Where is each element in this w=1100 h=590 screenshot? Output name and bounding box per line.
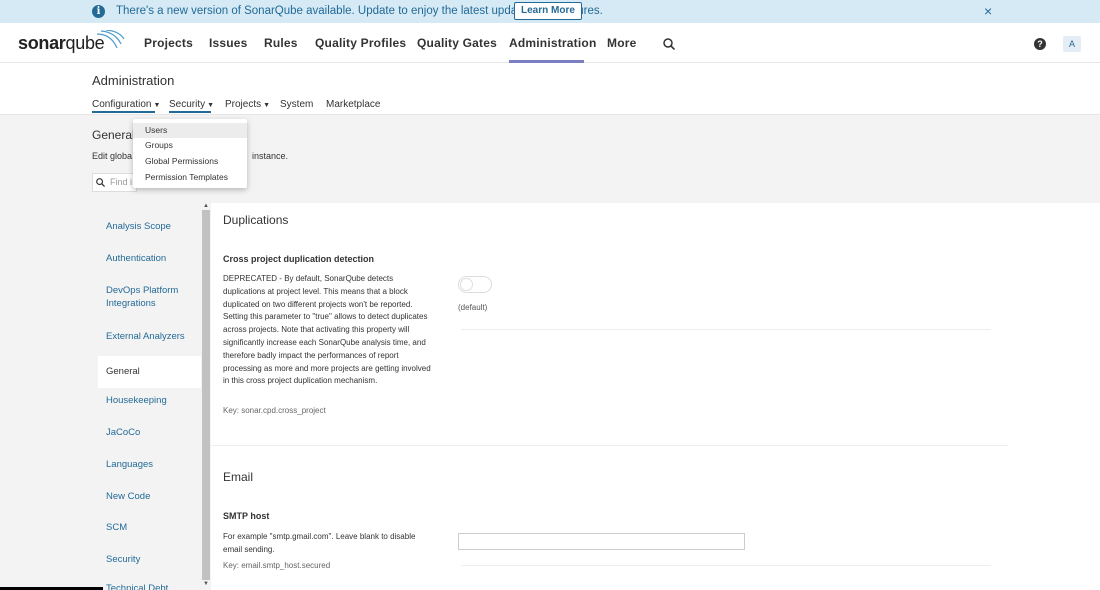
subnav-configuration[interactable]: Configuration ▼ — [92, 99, 160, 110]
menu-item-groups[interactable]: Groups — [133, 138, 247, 153]
menu-item-permission-templates[interactable]: Permission Templates — [133, 170, 247, 185]
category-external-analyzers[interactable]: External Analyzers — [98, 330, 201, 343]
nav-quality-gates[interactable]: Quality Gates — [417, 36, 497, 50]
category-analysis-scope[interactable]: Analysis Scope — [98, 220, 201, 233]
chevron-down-icon: ▼ — [153, 102, 161, 109]
subnav-configuration-underline — [92, 111, 155, 113]
avatar[interactable]: A — [1063, 36, 1081, 52]
chevron-down-icon: ▼ — [207, 102, 215, 109]
settings-description: Edit globa — [92, 151, 133, 161]
main-navbar: sonarqube Projects Issues Rules Quality … — [0, 23, 1100, 63]
close-icon[interactable]: × — [984, 3, 992, 19]
logo-bold: sonar — [18, 33, 66, 53]
subnav-security-label: Security — [169, 99, 206, 110]
setting-smtp-host-key: Key: email.smtp_host.secured — [223, 561, 331, 570]
nav-issues[interactable]: Issues — [209, 36, 248, 50]
help-icon[interactable]: ? — [1034, 38, 1046, 50]
info-icon: i — [92, 5, 105, 18]
default-label: (default) — [458, 303, 488, 312]
category-new-code[interactable]: New Code — [98, 490, 201, 503]
menu-item-users[interactable]: Users — [133, 123, 247, 138]
scroll-down-icon[interactable]: ▼ — [203, 581, 209, 587]
admin-header: Administration Configuration ▼ Security ▼ … — [0, 63, 1100, 115]
menu-item-global-permissions[interactable]: Global Permissions — [133, 154, 247, 169]
setting-smtp-host-title: SMTP host — [223, 511, 270, 521]
search-icon[interactable] — [663, 38, 675, 50]
category-security[interactable]: Security — [98, 553, 201, 566]
nav-quality-profiles[interactable]: Quality Profiles — [315, 36, 406, 50]
search-icon — [96, 178, 105, 187]
subnav-configuration-label: Configuration — [92, 99, 152, 110]
scroll-up-icon[interactable]: ▲ — [203, 203, 209, 209]
security-dropdown-menu: Users Groups Global Permissions Permissi… — [133, 119, 247, 188]
category-general[interactable]: General — [98, 356, 201, 388]
category-technical-debt[interactable]: Technical Debt — [98, 582, 201, 590]
sonarqube-logo[interactable]: sonarqube — [18, 30, 125, 54]
section-divider — [211, 445, 1008, 446]
subnav-projects-label: Projects — [225, 99, 262, 110]
setting-cross-project-key: Key: sonar.cpd.cross_project — [223, 406, 326, 415]
subnav-marketplace[interactable]: Marketplace — [326, 99, 380, 110]
cross-project-toggle[interactable] — [458, 276, 492, 293]
setting-cross-project-title: Cross project duplication detection — [223, 254, 375, 264]
section-email-title: Email — [223, 470, 254, 484]
settings-category-title: General — [92, 128, 135, 142]
setting-cross-project-description: DEPRECATED - By default, SonarQube detec… — [223, 274, 431, 386]
category-devops-platform-integrations[interactable]: DevOps Platform Integrations — [98, 284, 198, 310]
setting-divider — [461, 565, 991, 566]
category-authentication[interactable]: Authentication — [98, 252, 201, 265]
category-jacoco[interactable]: JaCoCo — [98, 426, 201, 439]
logo-wave-icon — [96, 30, 125, 49]
subnav-security-underline — [169, 111, 211, 113]
subnav-security[interactable]: Security ▼ — [169, 99, 214, 110]
nav-projects[interactable]: Projects — [144, 36, 193, 50]
setting-divider — [461, 329, 991, 330]
section-duplications-title: Duplications — [223, 213, 289, 227]
category-languages[interactable]: Languages — [98, 458, 201, 471]
page-title: Administration — [92, 73, 175, 88]
smtp-host-input[interactable] — [458, 533, 745, 550]
nav-rules[interactable]: Rules — [264, 36, 298, 50]
nav-administration[interactable]: Administration — [509, 36, 596, 50]
category-housekeeping[interactable]: Housekeeping — [98, 394, 201, 407]
subnav-system[interactable]: System — [280, 99, 313, 110]
learn-more-button[interactable]: Learn More — [514, 2, 582, 20]
update-banner: i There's a new version of SonarQube ava… — [0, 0, 1100, 23]
chevron-down-icon: ▼ — [263, 102, 271, 109]
nav-more[interactable]: More — [607, 36, 636, 50]
category-scrollbar-thumb[interactable] — [202, 210, 210, 580]
toggle-knob — [460, 278, 473, 291]
settings-main-panel: Duplications Cross project duplication d… — [211, 203, 1100, 590]
setting-smtp-host-description: For example "smtp.gmail.com". Leave blan… — [223, 532, 416, 554]
settings-description-end: instance. — [252, 151, 289, 161]
category-scm[interactable]: SCM — [98, 521, 201, 534]
subnav-projects[interactable]: Projects ▼ — [225, 99, 270, 110]
